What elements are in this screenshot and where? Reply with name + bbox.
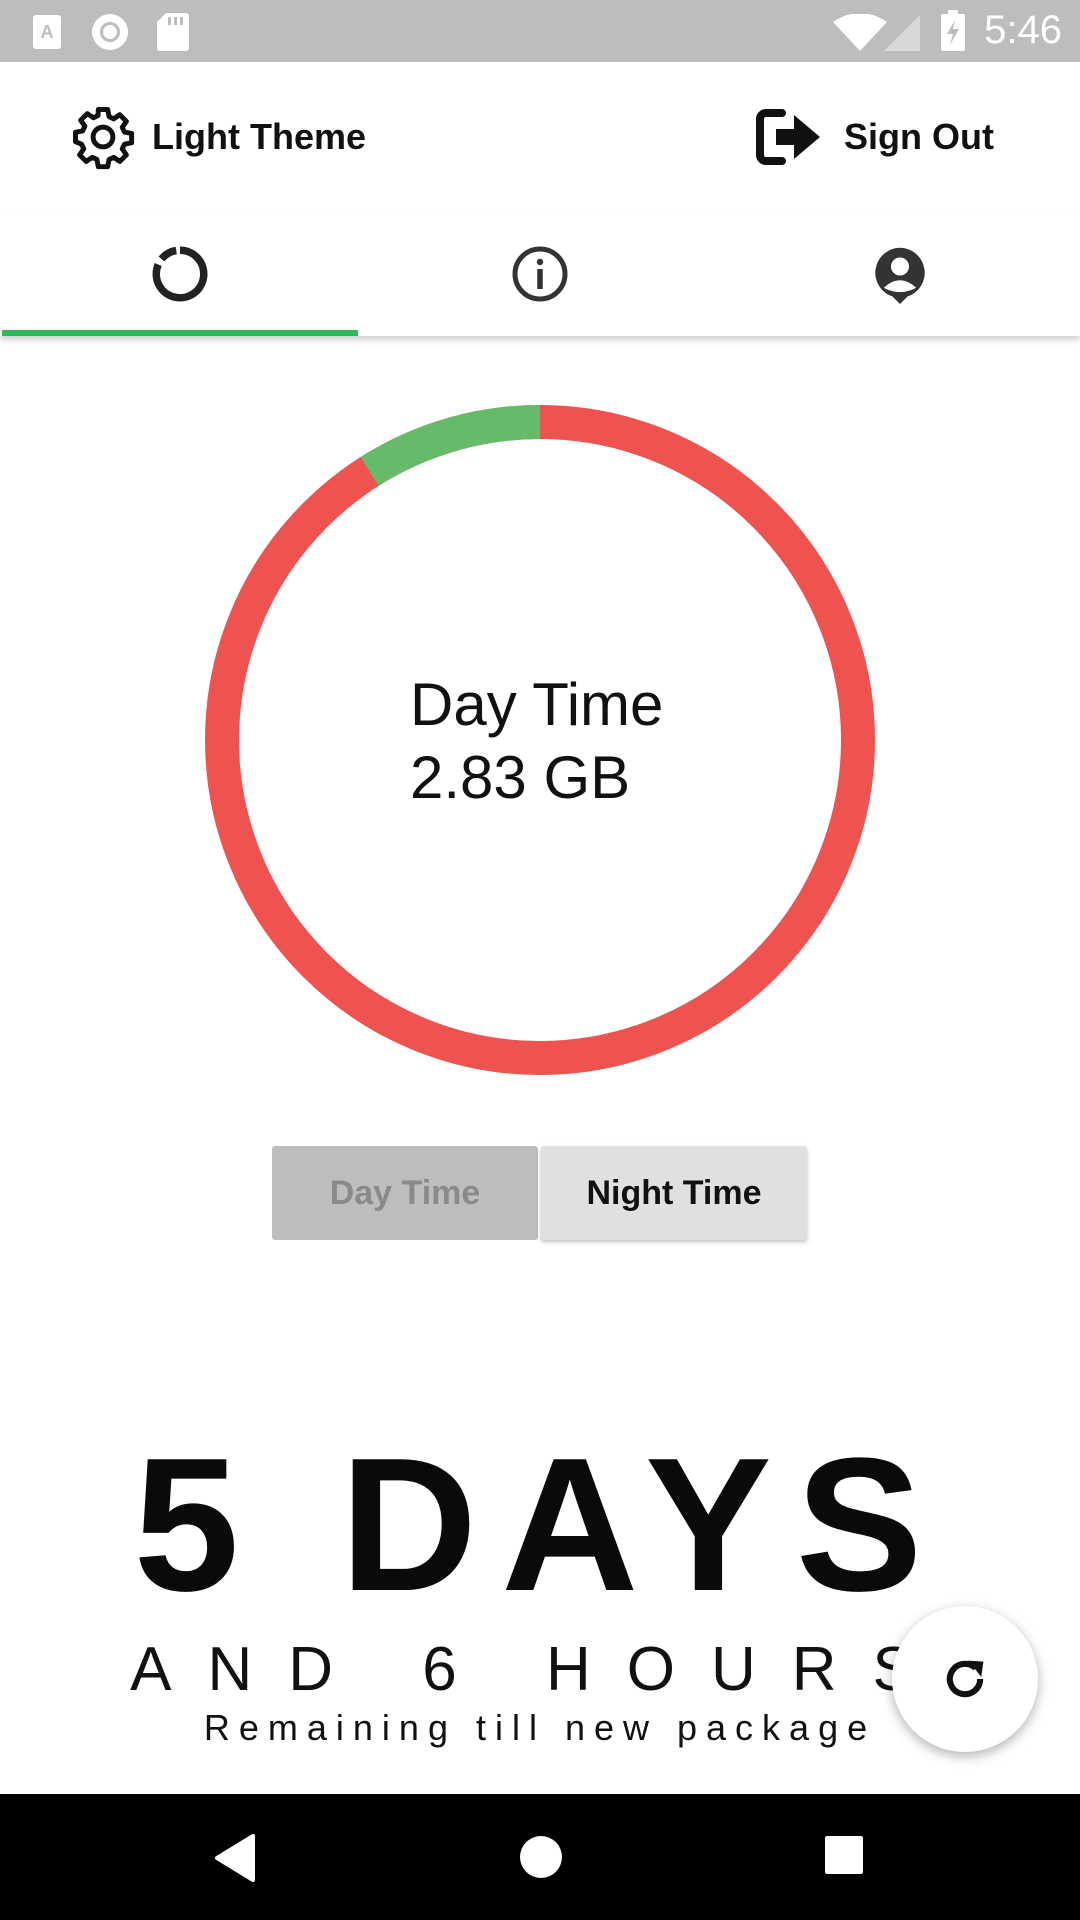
info-icon bbox=[512, 246, 568, 302]
tab-info[interactable] bbox=[360, 212, 720, 336]
gear-icon bbox=[73, 107, 135, 170]
status-bar: A 5:46 bbox=[0, 0, 1080, 62]
usage-title: Day Time bbox=[410, 671, 664, 738]
clock: 5:46 bbox=[984, 8, 1062, 52]
refresh-icon bbox=[946, 1660, 984, 1698]
back-icon[interactable] bbox=[213, 1834, 257, 1882]
wifi-icon bbox=[833, 14, 887, 51]
sign-out-label: Sign Out bbox=[844, 116, 994, 157]
sign-out-button[interactable]: Sign Out bbox=[756, 102, 994, 172]
tab-bar bbox=[0, 212, 1080, 336]
signal-icon bbox=[884, 15, 920, 51]
account-icon bbox=[875, 247, 925, 304]
record-icon bbox=[92, 14, 128, 50]
refresh-button[interactable] bbox=[892, 1606, 1038, 1752]
tab-account[interactable] bbox=[720, 212, 1080, 336]
top-bar: Light Theme Sign Out bbox=[0, 62, 1080, 212]
app-a-icon: A bbox=[33, 15, 61, 49]
recents-icon[interactable] bbox=[823, 1834, 865, 1876]
sd-card-icon bbox=[157, 13, 189, 51]
usage-value: 2.83 GB bbox=[410, 744, 631, 811]
svg-text:A: A bbox=[41, 22, 54, 42]
night-time-button[interactable]: Night Time bbox=[541, 1146, 807, 1240]
days-remaining: 5 DAYS bbox=[133, 1419, 947, 1631]
theme-toggle-button[interactable]: Light Theme bbox=[70, 102, 366, 172]
navigation-bar bbox=[0, 1794, 1080, 1920]
tab-usage[interactable] bbox=[0, 212, 360, 336]
sign-out-icon bbox=[756, 109, 821, 165]
usage-donut-icon bbox=[152, 246, 208, 302]
battery-charging-icon bbox=[941, 10, 965, 51]
tab-selected-indicator bbox=[2, 330, 358, 336]
home-icon[interactable] bbox=[518, 1834, 564, 1880]
theme-toggle-label: Light Theme bbox=[152, 116, 366, 157]
day-time-button[interactable]: Day Time bbox=[272, 1146, 538, 1240]
donut-center: Day Time 2.83 GB bbox=[205, 405, 875, 1075]
